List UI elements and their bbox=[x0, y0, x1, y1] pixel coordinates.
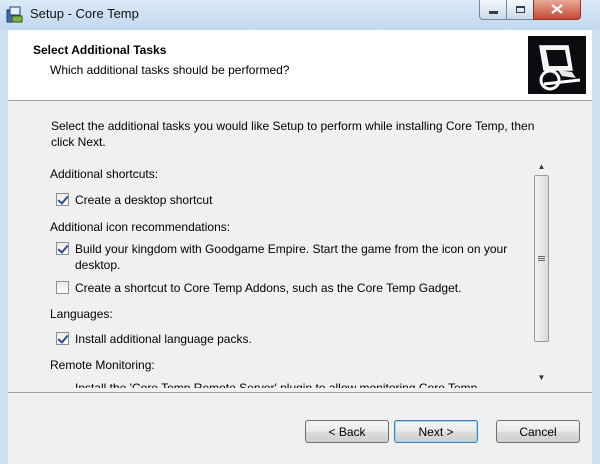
window-title: Setup - Core Temp bbox=[30, 6, 139, 21]
task-label-coretemp-addons: Create a shortcut to Core Temp Addons, s… bbox=[75, 281, 462, 295]
task-goodgame-empire[interactable]: Build your kingdom with Goodgame Empire.… bbox=[56, 241, 516, 273]
title-bar: Setup - Core Temp bbox=[0, 0, 600, 30]
section-label-remote-monitoring: Remote Monitoring: bbox=[50, 358, 155, 372]
task-label-goodgame-empire: Build your kingdom with Goodgame Empire.… bbox=[75, 242, 508, 272]
task-label-remote-server-partial: Install the 'Core Temp Remote Server' pl… bbox=[75, 381, 478, 388]
section-label-icon-recommendations: Additional icon recommendations: bbox=[50, 220, 231, 234]
tasks-list[interactable]: Additional shortcuts: Create a desktop s… bbox=[50, 158, 558, 388]
scroll-up-button[interactable]: ▲ bbox=[533, 158, 550, 175]
next-button[interactable]: Next > bbox=[394, 420, 478, 443]
window-frame-right bbox=[592, 30, 600, 464]
task-label-desktop-shortcut: Create a desktop shortcut bbox=[75, 193, 213, 207]
maximize-button[interactable] bbox=[506, 0, 534, 20]
core-temp-logo-icon bbox=[528, 36, 586, 94]
maximize-icon bbox=[515, 6, 525, 13]
page-subtitle: Which additional tasks should be perform… bbox=[50, 63, 290, 77]
checkbox-goodgame-empire[interactable] bbox=[56, 242, 69, 255]
tasks-scrollbar[interactable]: ▲ ▼ bbox=[533, 158, 550, 386]
window-frame-left bbox=[0, 30, 8, 464]
setup-icon bbox=[6, 6, 24, 24]
chevron-up-icon: ▲ bbox=[537, 162, 546, 171]
checkbox-desktop-shortcut[interactable] bbox=[56, 193, 69, 206]
section-label-shortcuts: Additional shortcuts: bbox=[50, 167, 159, 181]
wizard-header: Select Additional Tasks Which additional… bbox=[8, 30, 592, 101]
page-title: Select Additional Tasks bbox=[33, 43, 167, 57]
minimize-button[interactable] bbox=[479, 0, 507, 20]
checkbox-language-packs[interactable] bbox=[56, 332, 69, 345]
task-description: Select the additional tasks you would li… bbox=[51, 119, 535, 149]
back-button[interactable]: < Back bbox=[305, 420, 389, 443]
close-icon bbox=[551, 3, 563, 17]
scroll-thumb[interactable] bbox=[534, 175, 549, 342]
scroll-down-button[interactable]: ▼ bbox=[533, 369, 550, 386]
task-coretemp-addons[interactable]: Create a shortcut to Core Temp Addons, s… bbox=[56, 280, 461, 296]
close-button[interactable] bbox=[533, 0, 581, 20]
wizard-body: Select the additional tasks you would li… bbox=[8, 101, 592, 392]
task-label-language-packs: Install additional language packs. bbox=[75, 332, 252, 346]
cancel-button[interactable]: Cancel bbox=[496, 420, 580, 443]
chevron-down-icon: ▼ bbox=[537, 373, 546, 382]
task-language-packs[interactable]: Install additional language packs. bbox=[56, 331, 252, 347]
section-label-languages: Languages: bbox=[50, 307, 113, 321]
minimize-icon bbox=[488, 11, 498, 14]
checkbox-coretemp-addons[interactable] bbox=[56, 281, 69, 294]
grip-icon bbox=[538, 258, 545, 259]
task-desktop-shortcut[interactable]: Create a desktop shortcut bbox=[56, 192, 212, 208]
